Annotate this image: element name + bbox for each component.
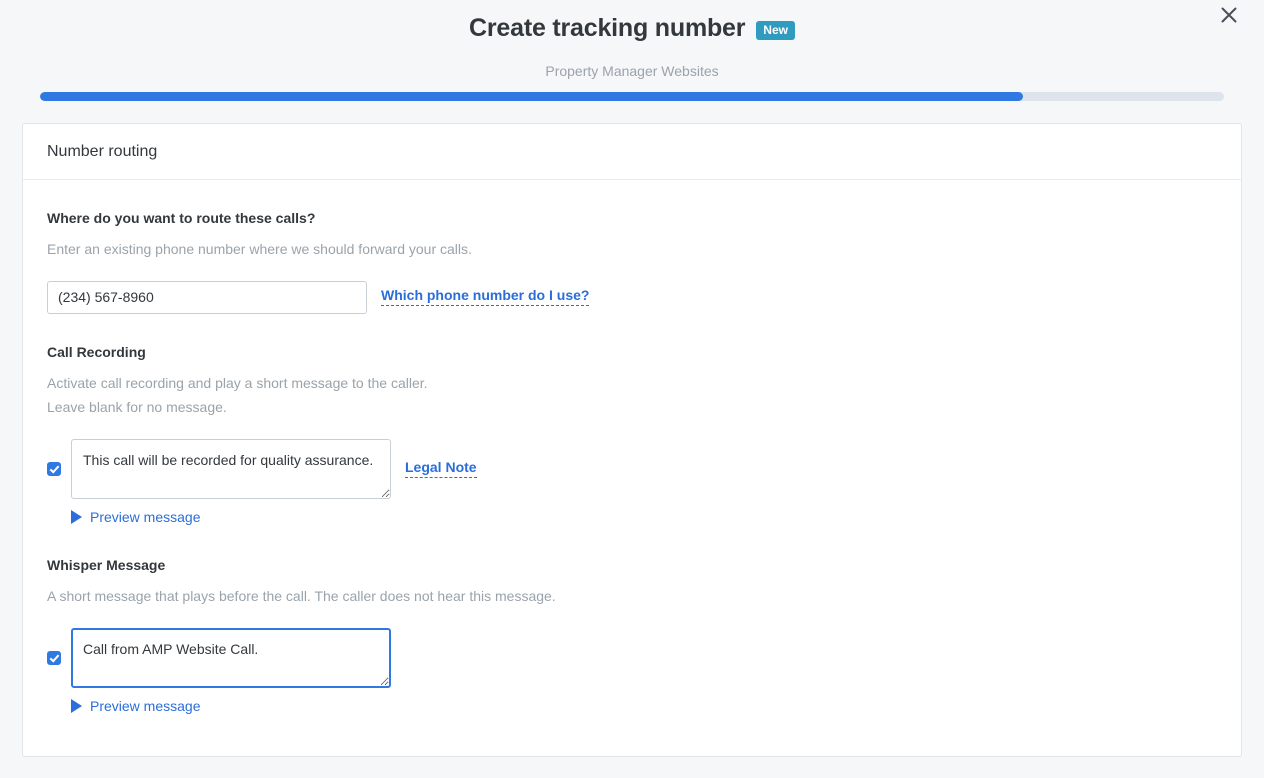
routing-input-row: Which phone number do I use? — [47, 280, 1217, 314]
card-title: Number routing — [47, 142, 158, 160]
routing-label: Where do you want to route these calls? — [47, 210, 316, 226]
whisper-message-preview-label: Preview message — [90, 697, 201, 714]
routing-description-text: Enter an existing phone number where we … — [47, 240, 472, 257]
whisper-message-preview-button[interactable]: Preview message — [71, 698, 201, 714]
close-button[interactable] — [1216, 2, 1242, 28]
close-icon — [1219, 5, 1239, 25]
call-recording-description-line1: Activate call recording and play a short… — [47, 374, 428, 391]
which-phone-number-link[interactable]: Which phone number do I use? — [381, 287, 590, 306]
modal-header: Create tracking number New Property Mana… — [0, 0, 1264, 78]
section-routing: Where do you want to route these calls? … — [47, 210, 1217, 314]
whisper-message-textarea[interactable] — [71, 627, 391, 688]
phone-number-input[interactable] — [47, 280, 367, 314]
whisper-message-label: Whisper Message — [47, 556, 166, 573]
routing-description: Enter an existing phone number where we … — [47, 237, 1217, 261]
card-header: Number routing — [23, 124, 1241, 180]
call-recording-description-line2: Leave blank for no message. — [47, 398, 227, 415]
card-body: Where do you want to route these calls? … — [23, 180, 1241, 714]
call-recording-checkbox[interactable] — [47, 461, 61, 476]
play-icon — [71, 698, 82, 713]
call-recording-preview-button[interactable]: Preview message — [71, 509, 201, 525]
play-icon — [71, 509, 82, 524]
call-recording-message-textarea[interactable] — [71, 438, 391, 499]
call-recording-label: Call Recording — [47, 343, 146, 360]
section-whisper-message: Whisper Message A short message that pla… — [47, 557, 1217, 714]
page-title: Create tracking number — [469, 13, 746, 42]
section-call-recording: Call Recording Activate call recording a… — [47, 344, 1217, 525]
whisper-message-row — [47, 627, 1217, 688]
progress-bar — [40, 92, 1224, 101]
new-badge: New — [756, 20, 795, 40]
progress-bar-fill — [40, 92, 1023, 101]
number-routing-card: Number routing Where do you want to rout… — [22, 123, 1242, 757]
title-row: Create tracking number New — [0, 8, 1264, 48]
whisper-message-description: A short message that plays before the ca… — [47, 584, 1217, 608]
step-subtitle: Property Manager Websites — [545, 63, 719, 79]
call-recording-description: Activate call recording and play a short… — [47, 371, 1217, 419]
call-recording-row: Legal Note — [47, 438, 1217, 499]
whisper-message-checkbox[interactable] — [47, 650, 61, 665]
whisper-message-description-text: A short message that plays before the ca… — [47, 587, 556, 604]
call-recording-preview-label: Preview message — [90, 508, 201, 525]
legal-note-link[interactable]: Legal Note — [405, 459, 477, 479]
